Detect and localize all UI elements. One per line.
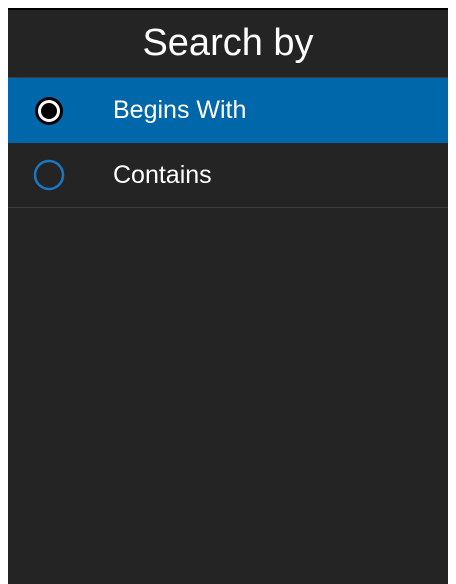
dialog-title-bar: Search by <box>8 10 448 78</box>
radio-unselected-icon[interactable] <box>33 159 65 191</box>
option-label-begins-with: Begins With <box>113 96 247 124</box>
option-begins-with[interactable]: Begins With <box>8 78 448 143</box>
option-label-contains: Contains <box>113 160 212 189</box>
search-by-dialog: Search by Begins With Contains <box>8 8 448 584</box>
search-mode-options: Begins With Contains <box>8 78 448 208</box>
radio-selected-icon[interactable] <box>33 95 65 127</box>
dialog-title: Search by <box>142 22 314 64</box>
option-contains[interactable]: Contains <box>8 143 448 208</box>
